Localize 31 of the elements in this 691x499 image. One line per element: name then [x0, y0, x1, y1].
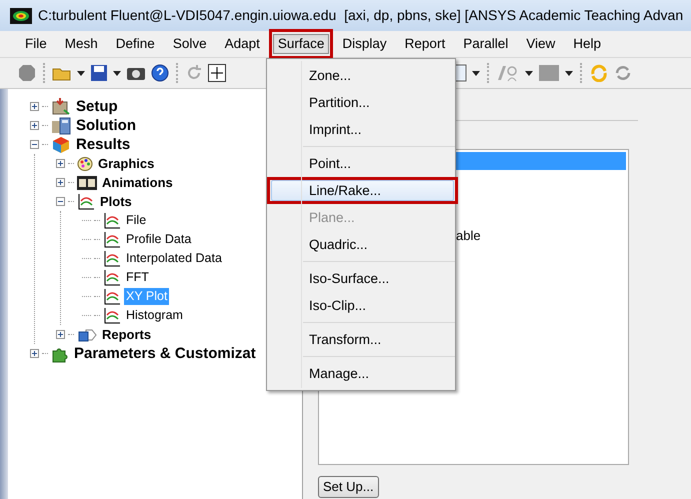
tree-item[interactable]: Plots [98, 193, 134, 210]
menu-item[interactable]: Surface [272, 34, 330, 54]
menu-item[interactable]: Help [568, 34, 606, 54]
menu-item[interactable]: Report [400, 34, 450, 54]
menu-item[interactable]: View [521, 34, 560, 54]
menu-item[interactable]: Define [110, 34, 160, 54]
list-item-text: able [456, 228, 481, 243]
menu-item[interactable]: Zone... [271, 65, 451, 86]
tree-item[interactable]: Results [74, 136, 132, 153]
menu-item[interactable]: File [20, 34, 52, 54]
menu-item[interactable]: Parallel [458, 34, 514, 54]
set-up-button[interactable]: Set Up... [318, 476, 379, 498]
window-title: C:turbulent Fluent@L-VDI5047.engin.uiowa.edu [axi, dp, pbns, ske] [ANSYS Academic Teaching Advan [38, 6, 684, 25]
tree-item[interactable]: Interpolated Data [124, 250, 224, 267]
menu-item[interactable]: Adapt [220, 34, 265, 54]
tree-item[interactable]: Graphics [96, 155, 156, 172]
tree-item[interactable]: Animations [100, 174, 175, 191]
menu-item[interactable]: Solve [168, 34, 212, 54]
tree-item[interactable]: FFT [124, 269, 151, 286]
tree-item[interactable]: File [124, 212, 148, 229]
tree-item[interactable]: Profile Data [124, 231, 194, 248]
tree-item[interactable]: Parameters & Customizat [72, 345, 258, 362]
menu-item[interactable]: Display [337, 34, 392, 54]
menu-item[interactable]: Partition... [271, 92, 451, 113]
tree-item[interactable]: Setup [74, 98, 120, 115]
menu-item[interactable]: Imprint... [271, 119, 451, 140]
tree-item[interactable]: Solution [74, 117, 138, 134]
tree-item[interactable]: Histogram [124, 307, 185, 324]
menu-item[interactable]: Mesh [60, 34, 103, 54]
tree-item[interactable]: Reports [100, 326, 154, 343]
menu-item[interactable]: Line/Rake... [271, 180, 454, 201]
